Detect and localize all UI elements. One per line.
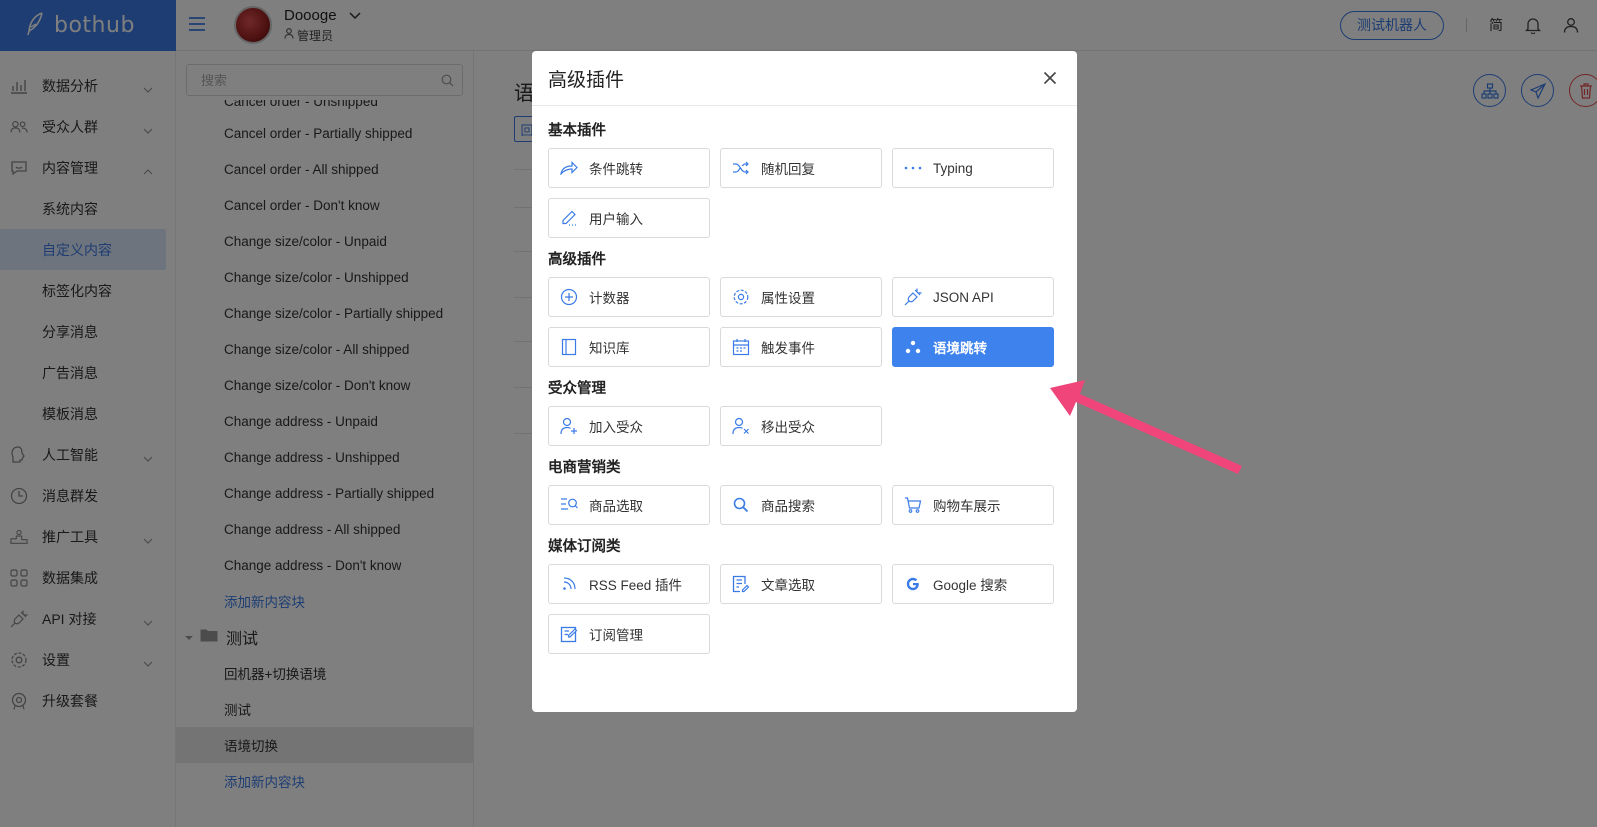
- shuffle-icon: [732, 159, 750, 177]
- plugin-label: Google 搜索: [933, 578, 1008, 593]
- ellipsis-icon: [904, 159, 922, 177]
- share-arrow-icon: [560, 159, 578, 177]
- section-title-media: 媒体订阅类: [548, 539, 621, 555]
- plugin-label: JSON API: [933, 289, 994, 305]
- plugin-remove-audience-button[interactable]: 移出受众: [720, 406, 882, 446]
- plugin-label: 随机回复: [761, 162, 815, 177]
- edit-square-icon: [560, 625, 578, 643]
- plug-icon: [904, 288, 922, 306]
- plugin-context-jump-button[interactable]: 语境跳转: [892, 327, 1054, 367]
- plugin-label: 商品选取: [589, 499, 643, 514]
- plugin-label: 文章选取: [761, 578, 815, 593]
- plugin-rss-feed-button[interactable]: RSS Feed 插件: [548, 564, 710, 604]
- search-icon: [732, 496, 750, 514]
- section-title-advanced: 高级插件: [548, 252, 606, 268]
- plugin-product-select-button[interactable]: 商品选取: [548, 485, 710, 525]
- plugin-label: 商品搜索: [761, 499, 815, 514]
- dialog-title: 高级插件: [548, 69, 625, 91]
- user-remove-icon: [732, 417, 750, 435]
- section-title-ecommerce: 电商营销类: [548, 460, 621, 476]
- book-icon: [560, 338, 578, 356]
- cart-icon: [904, 496, 922, 514]
- plugin-conditional-jump-button[interactable]: 条件跳转: [548, 148, 710, 188]
- section-title-audience: 受众管理: [548, 381, 606, 397]
- three-dots-icon: [904, 338, 922, 356]
- plugin-trigger-event-button[interactable]: 触发事件: [720, 327, 882, 367]
- annotation-arrow-icon: [1050, 380, 1242, 474]
- plugin-label: Typing: [933, 160, 973, 176]
- pencil-icon: [560, 209, 578, 227]
- plugin-label: 语境跳转: [933, 341, 987, 356]
- plugin-label: 用户输入: [589, 212, 643, 227]
- document-edit-icon: [732, 575, 750, 593]
- plugin-label: 属性设置: [761, 291, 815, 306]
- plugin-product-search-button[interactable]: 商品搜索: [720, 485, 882, 525]
- plugin-label: RSS Feed 插件: [589, 578, 683, 593]
- plugin-random-reply-button[interactable]: 随机回复: [720, 148, 882, 188]
- advanced-plugins-dialog: 高级插件 基本插件 条件跳转 随机回复 Typing 用户输入 高级插件 计数器…: [532, 51, 1077, 712]
- calendar-icon: [732, 338, 750, 356]
- plugin-label: 加入受众: [589, 420, 643, 435]
- close-icon[interactable]: [1043, 71, 1057, 85]
- plugin-label: 计数器: [589, 291, 630, 306]
- plugin-typing-button[interactable]: Typing: [892, 148, 1054, 188]
- plugin-label: 购物车展示: [933, 499, 1001, 514]
- plus-circle-icon: [560, 288, 578, 306]
- plugin-counter-button[interactable]: 计数器: [548, 277, 710, 317]
- plugin-knowledge-base-button[interactable]: 知识库: [548, 327, 710, 367]
- plugin-label: 知识库: [589, 341, 630, 356]
- plugin-attribute-settings-button[interactable]: 属性设置: [720, 277, 882, 317]
- plugin-json-api-button[interactable]: JSON API: [892, 277, 1054, 317]
- plugin-cart-display-button[interactable]: 购物车展示: [892, 485, 1054, 525]
- rss-icon: [560, 575, 578, 593]
- plugin-label: 订阅管理: [589, 628, 643, 643]
- google-icon: [904, 575, 922, 593]
- user-plus-icon: [560, 417, 578, 435]
- plugin-label: 移出受众: [761, 420, 815, 435]
- plugin-label: 条件跳转: [589, 162, 643, 177]
- plugin-label: 触发事件: [761, 341, 815, 356]
- plugin-user-input-button[interactable]: 用户输入: [548, 198, 710, 238]
- section-title-basic: 基本插件: [548, 123, 606, 139]
- plugin-subscription-manage-button[interactable]: 订阅管理: [548, 614, 710, 654]
- gear-icon: [732, 288, 750, 306]
- plugin-article-select-button[interactable]: 文章选取: [720, 564, 882, 604]
- plugin-google-search-button[interactable]: Google 搜索: [892, 564, 1054, 604]
- plugin-add-audience-button[interactable]: 加入受众: [548, 406, 710, 446]
- list-search-icon: [560, 496, 578, 514]
